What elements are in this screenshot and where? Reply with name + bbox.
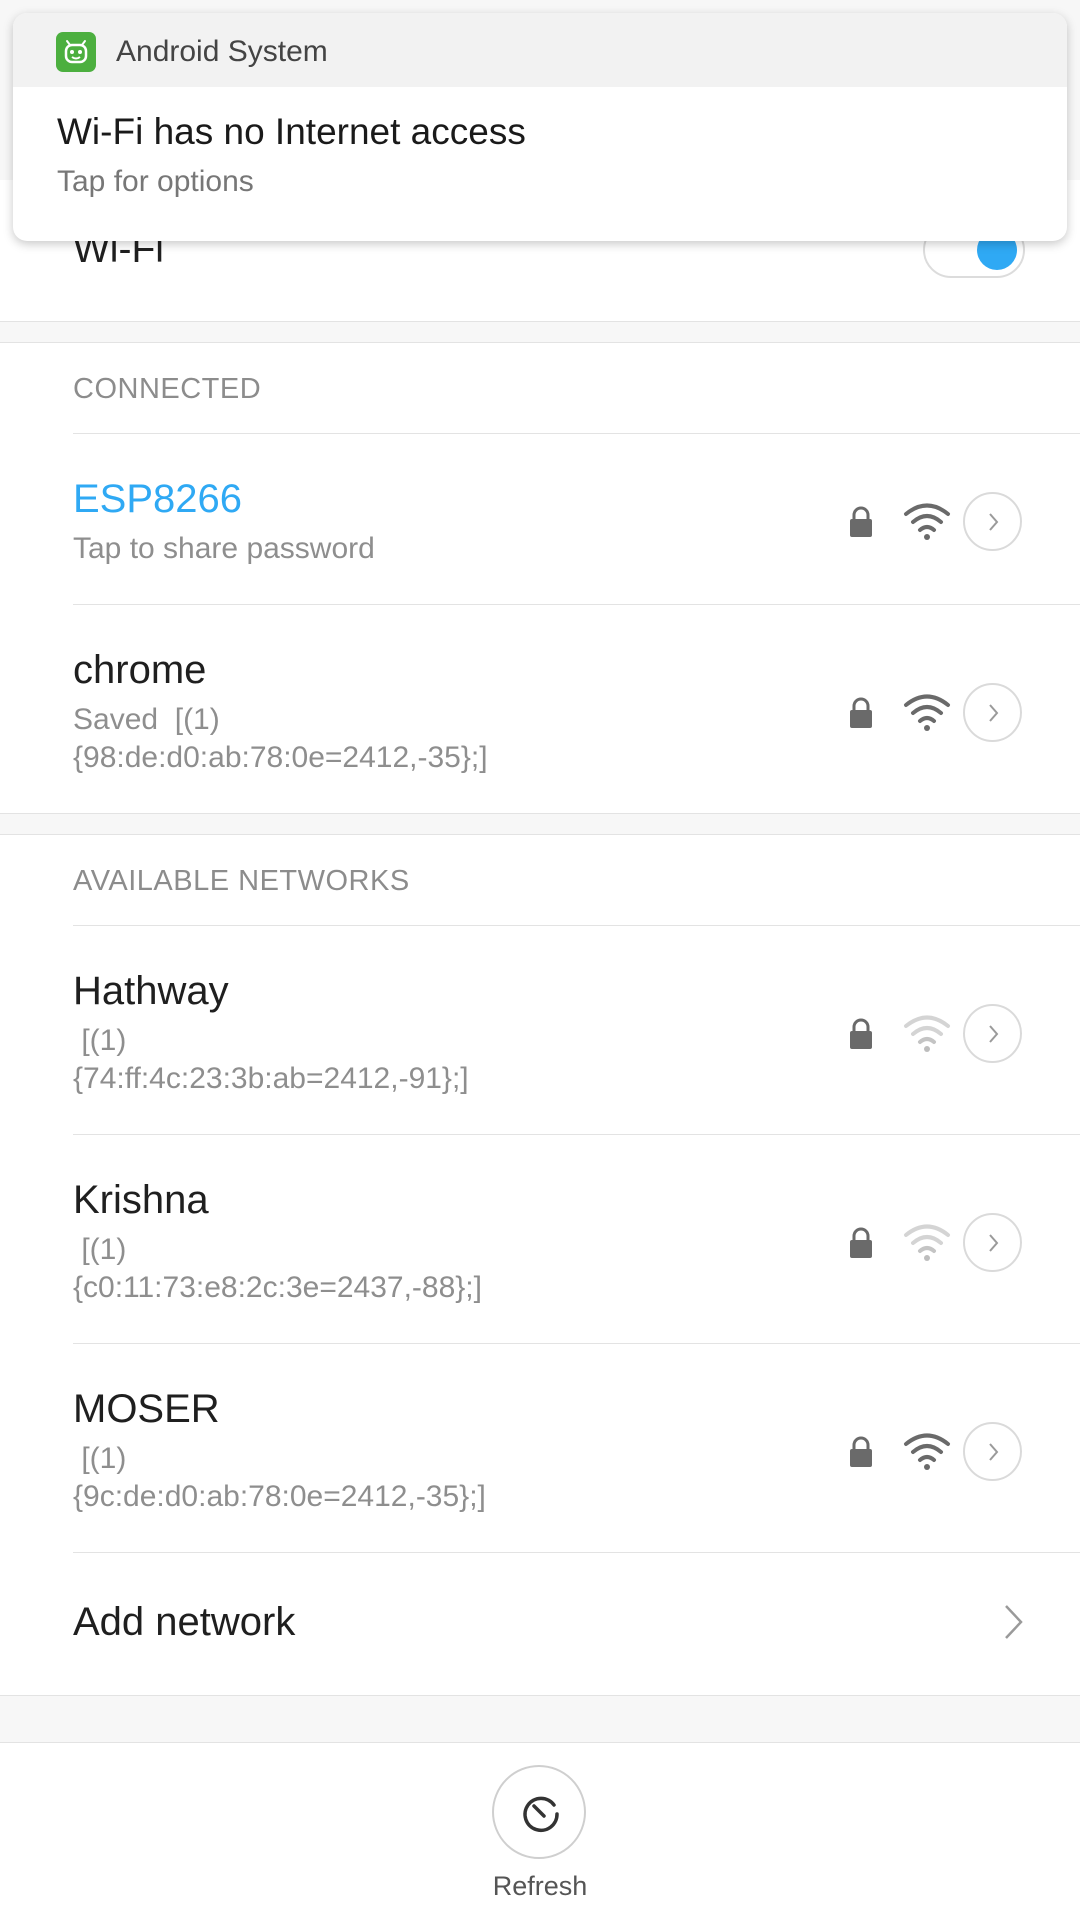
chevron-right-icon [989,513,999,531]
notification-header: Android System [13,13,1067,87]
wifi-signal-weak-icon [904,1015,950,1052]
chevron-right-icon [989,1443,999,1461]
connected-section-header: CONNECTED [73,373,262,405]
wifi-signal-strong-icon [904,1433,950,1470]
network-subtitle: [(1) {74:ff:4c:23:3b:ab=2412,-91};] [73,1024,469,1095]
add-network-label: Add network [73,1600,296,1644]
network-name: chrome [73,648,207,692]
refresh-label: Refresh [492,1871,588,1901]
lock-icon [850,1227,872,1258]
chevron-right-icon [989,1234,999,1252]
bottom-action-bar: Refresh [0,1742,1080,1920]
notification-text: Tap for options [57,165,254,198]
add-network-row[interactable]: Add network [0,1551,1080,1693]
wifi-signal-weak-icon [904,1224,950,1261]
network-details-button[interactable] [963,1004,1022,1063]
network-row-krishna[interactable]: Krishna [(1) {c0:11:73:e8:2c:3e=2437,-88… [0,1135,1080,1343]
wifi-signal-strong-icon [904,503,950,540]
network-name: Krishna [73,1178,209,1222]
network-row-hathway[interactable]: Hathway [(1) {74:ff:4c:23:3b:ab=2412,-91… [0,926,1080,1134]
network-subtitle: Saved [(1) {98:de:d0:ab:78:0e=2412,-35};… [73,703,488,774]
refresh-button[interactable] [492,1765,586,1859]
heads-up-notification[interactable]: Android System Wi-Fi has no Internet acc… [13,13,1067,241]
network-name: MOSER [73,1387,220,1431]
network-details-button[interactable] [963,1213,1022,1272]
network-name: Hathway [73,969,229,1013]
lock-icon [850,1018,872,1049]
notification-app-name: Android System [116,35,328,68]
available-section-header: AVAILABLE NETWORKS [73,865,410,897]
wifi-signal-strong-icon [904,694,950,731]
chevron-right-icon [989,1025,999,1043]
connected-section: CONNECTED ESP8266 Tap to share password [0,342,1080,814]
wifi-settings-screen: Wi-Fi CONNECTED ESP8266 Tap to share pas… [0,0,1080,1920]
network-name: ESP8266 [73,477,243,521]
android-system-icon [56,32,96,72]
chevron-right-icon [1005,1605,1023,1639]
network-subtitle: Tap to share password [73,532,375,565]
refresh-icon [523,1796,559,1833]
lock-icon [850,1436,872,1467]
network-details-button[interactable] [963,1422,1022,1481]
android-robot-icon [64,40,88,64]
network-subtitle: [(1) {9c:de:d0:ab:78:0e=2412,-35};] [73,1442,486,1513]
network-details-button[interactable] [963,683,1022,742]
network-row-chrome[interactable]: chrome Saved [(1) {98:de:d0:ab:78:0e=241… [0,605,1080,813]
notification-title: Wi-Fi has no Internet access [57,111,526,152]
network-row-moser[interactable]: MOSER [(1) {9c:de:d0:ab:78:0e=2412,-35};… [0,1344,1080,1552]
lock-icon [850,506,872,537]
network-details-button[interactable] [963,492,1022,551]
lock-icon [850,697,872,728]
network-subtitle: [(1) {c0:11:73:e8:2c:3e=2437,-88};] [73,1233,482,1304]
chevron-right-icon [989,704,999,722]
network-row-esp8266[interactable]: ESP8266 Tap to share password [0,434,1080,604]
